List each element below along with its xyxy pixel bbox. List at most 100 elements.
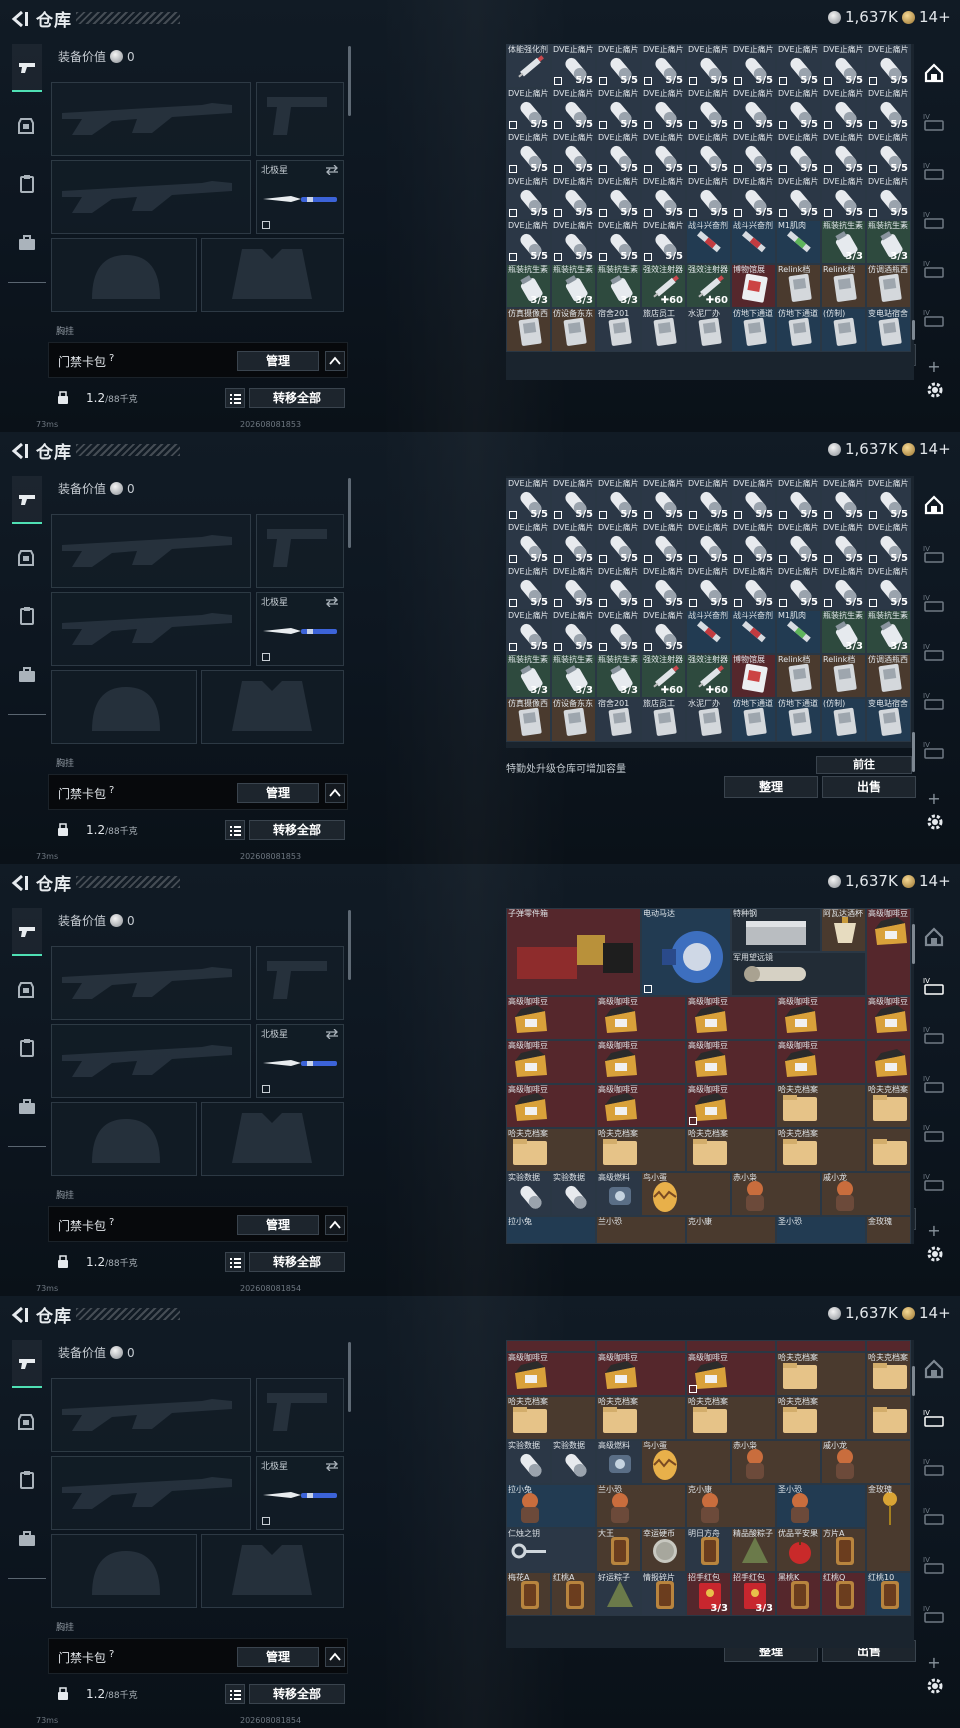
stash-item[interactable]: DVE止痛片 5/5 (506, 88, 551, 132)
stash-item[interactable]: 明日方舟 (686, 1528, 731, 1572)
stash-item[interactable]: 高级咖啡豆 (866, 908, 911, 996)
stash-item[interactable]: 高级咖啡豆 (776, 996, 866, 1040)
stash-item[interactable] (866, 1396, 911, 1440)
stash-item[interactable]: 瓶装抗生素 3/3 (551, 264, 596, 308)
stash-item[interactable]: 精品酸粽子 (731, 1528, 776, 1572)
stash-item[interactable]: 强效注射器 ✚60 (686, 654, 731, 698)
back-arrow-icon[interactable] (8, 440, 30, 462)
stash-page-tab-5[interactable]: IV (918, 1593, 950, 1633)
stash-item[interactable]: 高级咖啡豆 (506, 1040, 596, 1084)
stash-item[interactable]: 瓶装抗生素 3/3 (506, 654, 551, 698)
armor-slot[interactable] (201, 670, 344, 744)
stash-item[interactable]: DVE止痛片 5/5 (866, 88, 911, 132)
stash-item[interactable]: DVE止痛片 5/5 (551, 44, 596, 88)
stash-item[interactable]: Relink档 (821, 264, 866, 308)
stash-item[interactable]: DVE止痛片 5/5 (596, 132, 641, 176)
stash-item[interactable]: 阿瓦达酒杯 (821, 908, 866, 952)
stash-item[interactable]: 战斗兴奋剂 (686, 220, 731, 264)
primary-weapon-slot[interactable] (51, 1378, 251, 1452)
stash-item[interactable]: 瓶装抗生素 3/3 (821, 220, 866, 264)
stash-item[interactable]: 招手红包 3/3 (686, 1572, 731, 1616)
stash-item[interactable]: 特种钢 (731, 908, 821, 952)
transfer-all-button[interactable]: 转移全部 (249, 1252, 345, 1272)
stash-item[interactable]: DVE止痛片 5/5 (731, 522, 776, 566)
list-view-button[interactable] (225, 388, 245, 408)
stash-page-tab-2[interactable]: IV (918, 1446, 950, 1486)
sell-button[interactable]: 出售 (822, 776, 916, 798)
gold-balance[interactable]: 14+ (902, 440, 951, 458)
stash-item[interactable]: DVE止痛片 5/5 (596, 88, 641, 132)
stash-item[interactable]: DVE止痛片 5/5 (641, 44, 686, 88)
stash-page-tab-4[interactable]: IV (918, 248, 950, 288)
tab-briefcase[interactable] (12, 1082, 42, 1130)
tab-armor[interactable] (12, 102, 42, 150)
silver-balance[interactable]: 1,637K (828, 1304, 898, 1322)
tab-briefcase[interactable] (12, 218, 42, 266)
stash-item[interactable]: 哈夫克档案 (866, 1352, 911, 1396)
stash-item[interactable]: 瓶装抗生素 3/3 (866, 220, 911, 264)
stash-item[interactable]: DVE止痛片 5/5 (506, 522, 551, 566)
stash-item[interactable]: 圣小恐 (776, 1216, 866, 1244)
stash-scrollbar[interactable] (912, 732, 915, 772)
stash-item[interactable] (776, 1340, 866, 1352)
stash-item[interactable]: DVE止痛片 5/5 (641, 132, 686, 176)
stash-item[interactable]: 哈夫克档案 (596, 1128, 686, 1172)
stash-item[interactable]: 仿地下通道 (731, 698, 776, 742)
transfer-all-button[interactable]: 转移全部 (249, 388, 345, 408)
stash-item[interactable]: 兰小恐 (596, 1216, 686, 1244)
stash-item[interactable]: 强效注射器 ✚60 (641, 654, 686, 698)
stash-item[interactable]: 哈夫克档案 (776, 1128, 866, 1172)
armor-slot[interactable] (201, 1102, 344, 1176)
stash-item[interactable]: DVE止痛片 5/5 (686, 176, 731, 220)
stash-item[interactable]: DVE止痛片 5/5 (551, 610, 596, 654)
stash-item[interactable]: 高级咖啡豆 (866, 996, 911, 1040)
stash-item[interactable]: 战斗兴奋剂 (731, 220, 776, 264)
stash-item[interactable]: DVE止痛片 5/5 (731, 88, 776, 132)
stash-item[interactable] (686, 1340, 776, 1352)
stash-item[interactable]: 高级咖啡豆 (686, 996, 776, 1040)
settings-icon[interactable] (925, 1676, 945, 1696)
stash-item[interactable]: 金玫瑰 (866, 1484, 911, 1572)
stash-item[interactable]: 优品平安果 (776, 1528, 821, 1572)
stash-item[interactable]: DVE止痛片 5/5 (731, 478, 776, 522)
stash-item[interactable]: 金玫瑰 (866, 1216, 911, 1244)
stash-item[interactable]: DVE止痛片 5/5 (686, 566, 731, 610)
secondary-weapon-slot[interactable] (51, 1456, 251, 1530)
stash-item[interactable]: 哈夫克档案 (776, 1396, 866, 1440)
stash-item[interactable]: 招手红包 3/3 (731, 1572, 776, 1616)
stash-item[interactable]: 高级咖啡豆 (686, 1084, 776, 1128)
stash-item[interactable]: DVE止痛片 5/5 (551, 176, 596, 220)
stash-item[interactable]: DVE止痛片 5/5 (641, 220, 686, 264)
silver-balance[interactable]: 1,637K (828, 872, 898, 890)
manage-button[interactable]: 管理 (237, 783, 319, 803)
stash-item[interactable]: 克小康 (686, 1484, 776, 1528)
stash-item[interactable]: 瓶装抗生素 3/3 (506, 264, 551, 308)
stash-page-tab-3[interactable]: IV (918, 199, 950, 239)
stash-item[interactable]: 哈夫克档案 (776, 1352, 866, 1396)
stash-item[interactable]: DVE止痛片 5/5 (506, 610, 551, 654)
stash-item[interactable]: DVE止痛片 5/5 (641, 522, 686, 566)
stash-page-tab-2[interactable]: IV (918, 150, 950, 190)
stash-item[interactable]: 高级咖啡豆 (776, 1040, 866, 1084)
stash-item[interactable]: DVE止痛片 5/5 (866, 44, 911, 88)
stash-item[interactable]: M1肌肉 (776, 610, 821, 654)
stash-item[interactable] (866, 1040, 911, 1084)
stash-page-tab-2[interactable]: IV (918, 582, 950, 622)
stash-item[interactable]: 仿地下通道 (731, 308, 776, 352)
collapse-toggle[interactable] (325, 351, 345, 371)
stash-item[interactable]: 宿舍201 (596, 698, 641, 742)
stash-item[interactable]: 仿调酒瓶西 (866, 264, 911, 308)
stash-item[interactable]: DVE止痛片 5/5 (821, 522, 866, 566)
stash-home-tab[interactable] (918, 484, 950, 524)
stash-item[interactable]: 水泥厂办 (686, 308, 731, 352)
list-view-button[interactable] (225, 820, 245, 840)
stash-page-tab-4[interactable]: IV (918, 1544, 950, 1584)
stash-item[interactable]: 强效注射器 ✚60 (686, 264, 731, 308)
collapse-toggle[interactable] (325, 1215, 345, 1235)
swap-icon[interactable] (325, 165, 339, 175)
stash-item[interactable]: DVE止痛片 5/5 (821, 88, 866, 132)
settings-icon[interactable] (925, 380, 945, 400)
stash-item[interactable]: 哈夫克档案 (686, 1128, 776, 1172)
stash-item[interactable]: 红桃10 (866, 1572, 911, 1616)
stash-item[interactable]: M1肌肉 (776, 220, 821, 264)
